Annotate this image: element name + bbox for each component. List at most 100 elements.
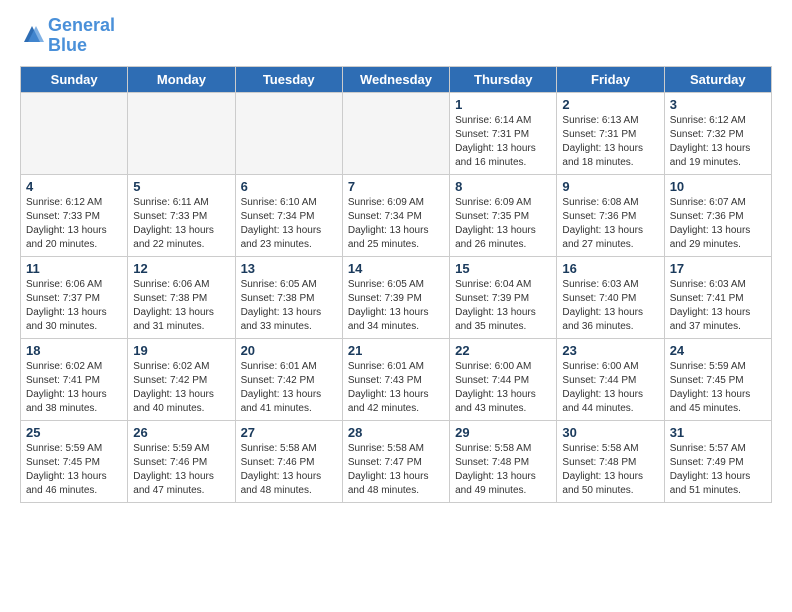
cell-info: Sunrise: 6:12 AM Sunset: 7:32 PM Dayligh… (670, 114, 766, 170)
logo-icon (20, 24, 44, 48)
calendar-cell: 3 Sunrise: 6:12 AM Sunset: 7:32 PM Daylig… (664, 92, 771, 174)
week-row-3: 11Sunrise: 6:06 AM Sunset: 7:37 PM Dayli… (21, 256, 772, 338)
day-number: 31 (670, 425, 766, 440)
day-number: 4 (26, 179, 122, 194)
calendar-cell: 25 Sunrise: 5:59 AM Sunset: 7:45 PM Dayli… (21, 420, 128, 502)
calendar-cell: 6Sunrise: 6:10 AM Sunset: 7:34 PM Daylig… (235, 174, 342, 256)
cell-info: Sunrise: 5:59 AM Sunset: 7:45 PM Dayligh… (26, 442, 122, 498)
day-number: 17 (670, 261, 766, 276)
cell-info: Sunrise: 6:09 AM Sunset: 7:34 PM Dayligh… (348, 196, 444, 252)
cell-info: Sunrise: 6:04 AM Sunset: 7:39 PM Dayligh… (455, 278, 551, 334)
calendar-cell: 23 Sunrise: 6:00 AM Sunset: 7:44 PM Dayli… (557, 338, 664, 420)
calendar-cell: 12 Sunrise: 6:06 AM Sunset: 7:38 PM Dayli… (128, 256, 235, 338)
logo-general: General (48, 15, 115, 35)
cell-info: Sunrise: 6:10 AM Sunset: 7:34 PM Dayligh… (241, 196, 337, 252)
day-number: 2 (562, 97, 658, 112)
calendar-cell: 17 Sunrise: 6:03 AM Sunset: 7:41 PM Dayli… (664, 256, 771, 338)
weekday-tuesday: Tuesday (235, 66, 342, 92)
calendar-cell (128, 92, 235, 174)
calendar-cell: 15 Sunrise: 6:04 AM Sunset: 7:39 PM Dayli… (450, 256, 557, 338)
cell-info: Sunrise: 6:00 AM Sunset: 7:44 PM Dayligh… (455, 360, 551, 416)
cell-info: Sunrise: 6:14 AM Sunset: 7:31 PM Dayligh… (455, 114, 551, 170)
day-number: 18 (26, 343, 122, 358)
cell-info: Sunrise: 6:02 AM Sunset: 7:41 PM Dayligh… (26, 360, 122, 416)
day-number: 23 (562, 343, 658, 358)
weekday-saturday: Saturday (664, 66, 771, 92)
calendar-table: SundayMondayTuesdayWednesdayThursdayFrid… (20, 66, 772, 503)
calendar-cell: 5 Sunrise: 6:11 AM Sunset: 7:33 PM Daylig… (128, 174, 235, 256)
calendar-cell: 30 Sunrise: 5:58 AM Sunset: 7:48 PM Dayli… (557, 420, 664, 502)
day-number: 26 (133, 425, 229, 440)
cell-info: Sunrise: 6:11 AM Sunset: 7:33 PM Dayligh… (133, 196, 229, 252)
logo-blue: Blue (48, 35, 87, 55)
cell-info: Sunrise: 5:58 AM Sunset: 7:47 PM Dayligh… (348, 442, 444, 498)
day-number: 28 (348, 425, 444, 440)
header: General Blue (20, 16, 772, 56)
calendar-cell: 8 Sunrise: 6:09 AM Sunset: 7:35 PM Daylig… (450, 174, 557, 256)
day-number: 7 (348, 179, 444, 194)
calendar-cell: 2 Sunrise: 6:13 AM Sunset: 7:31 PM Daylig… (557, 92, 664, 174)
cell-info: Sunrise: 5:58 AM Sunset: 7:48 PM Dayligh… (562, 442, 658, 498)
calendar-cell: 7 Sunrise: 6:09 AM Sunset: 7:34 PM Daylig… (342, 174, 449, 256)
day-number: 14 (348, 261, 444, 276)
calendar-cell: 4 Sunrise: 6:12 AM Sunset: 7:33 PM Daylig… (21, 174, 128, 256)
day-number: 5 (133, 179, 229, 194)
day-number: 12 (133, 261, 229, 276)
day-number: 16 (562, 261, 658, 276)
cell-info: Sunrise: 6:03 AM Sunset: 7:40 PM Dayligh… (562, 278, 658, 334)
calendar-cell (235, 92, 342, 174)
cell-info: Sunrise: 6:00 AM Sunset: 7:44 PM Dayligh… (562, 360, 658, 416)
day-number: 21 (348, 343, 444, 358)
weekday-friday: Friday (557, 66, 664, 92)
calendar-cell: 24 Sunrise: 5:59 AM Sunset: 7:45 PM Dayli… (664, 338, 771, 420)
calendar-cell: 21 Sunrise: 6:01 AM Sunset: 7:43 PM Dayli… (342, 338, 449, 420)
cell-info: Sunrise: 6:03 AM Sunset: 7:41 PM Dayligh… (670, 278, 766, 334)
day-number: 13 (241, 261, 337, 276)
week-row-4: 18 Sunrise: 6:02 AM Sunset: 7:41 PM Dayli… (21, 338, 772, 420)
day-number: 1 (455, 97, 551, 112)
cell-info: Sunrise: 5:59 AM Sunset: 7:45 PM Dayligh… (670, 360, 766, 416)
cell-info: Sunrise: 6:02 AM Sunset: 7:42 PM Dayligh… (133, 360, 229, 416)
day-number: 19 (133, 343, 229, 358)
cell-info: Sunrise: 6:06 AM Sunset: 7:37 PM Dayligh… (26, 278, 122, 334)
calendar-cell: 18 Sunrise: 6:02 AM Sunset: 7:41 PM Dayli… (21, 338, 128, 420)
day-number: 27 (241, 425, 337, 440)
cell-info: Sunrise: 6:05 AM Sunset: 7:39 PM Dayligh… (348, 278, 444, 334)
calendar-cell: 19 Sunrise: 6:02 AM Sunset: 7:42 PM Dayli… (128, 338, 235, 420)
cell-info: Sunrise: 6:05 AM Sunset: 7:38 PM Dayligh… (241, 278, 337, 334)
day-number: 8 (455, 179, 551, 194)
calendar-cell: 13 Sunrise: 6:05 AM Sunset: 7:38 PM Dayli… (235, 256, 342, 338)
calendar-cell: 20Sunrise: 6:01 AM Sunset: 7:42 PM Dayli… (235, 338, 342, 420)
weekday-wednesday: Wednesday (342, 66, 449, 92)
day-number: 9 (562, 179, 658, 194)
calendar-cell: 26Sunrise: 5:59 AM Sunset: 7:46 PM Dayli… (128, 420, 235, 502)
calendar-cell (21, 92, 128, 174)
cell-info: Sunrise: 5:58 AM Sunset: 7:46 PM Dayligh… (241, 442, 337, 498)
cell-info: Sunrise: 6:12 AM Sunset: 7:33 PM Dayligh… (26, 196, 122, 252)
calendar-cell: 9 Sunrise: 6:08 AM Sunset: 7:36 PM Daylig… (557, 174, 664, 256)
cell-info: Sunrise: 6:01 AM Sunset: 7:43 PM Dayligh… (348, 360, 444, 416)
day-number: 29 (455, 425, 551, 440)
week-row-1: 1 Sunrise: 6:14 AM Sunset: 7:31 PM Daylig… (21, 92, 772, 174)
calendar-cell: 31Sunrise: 5:57 AM Sunset: 7:49 PM Dayli… (664, 420, 771, 502)
day-number: 30 (562, 425, 658, 440)
calendar-cell: 14 Sunrise: 6:05 AM Sunset: 7:39 PM Dayli… (342, 256, 449, 338)
cell-info: Sunrise: 6:08 AM Sunset: 7:36 PM Dayligh… (562, 196, 658, 252)
day-number: 24 (670, 343, 766, 358)
cell-info: Sunrise: 6:13 AM Sunset: 7:31 PM Dayligh… (562, 114, 658, 170)
day-number: 20 (241, 343, 337, 358)
cell-info: Sunrise: 6:09 AM Sunset: 7:35 PM Dayligh… (455, 196, 551, 252)
day-number: 15 (455, 261, 551, 276)
calendar-cell: 16 Sunrise: 6:03 AM Sunset: 7:40 PM Dayli… (557, 256, 664, 338)
day-number: 10 (670, 179, 766, 194)
day-number: 22 (455, 343, 551, 358)
day-number: 25 (26, 425, 122, 440)
calendar-cell: 11Sunrise: 6:06 AM Sunset: 7:37 PM Dayli… (21, 256, 128, 338)
logo: General Blue (20, 16, 115, 56)
calendar-cell: 27 Sunrise: 5:58 AM Sunset: 7:46 PM Dayli… (235, 420, 342, 502)
day-number: 3 (670, 97, 766, 112)
week-row-2: 4 Sunrise: 6:12 AM Sunset: 7:33 PM Daylig… (21, 174, 772, 256)
page: General Blue SundayMondayTuesdayWednesda… (0, 0, 792, 612)
cell-info: Sunrise: 6:06 AM Sunset: 7:38 PM Dayligh… (133, 278, 229, 334)
weekday-monday: Monday (128, 66, 235, 92)
